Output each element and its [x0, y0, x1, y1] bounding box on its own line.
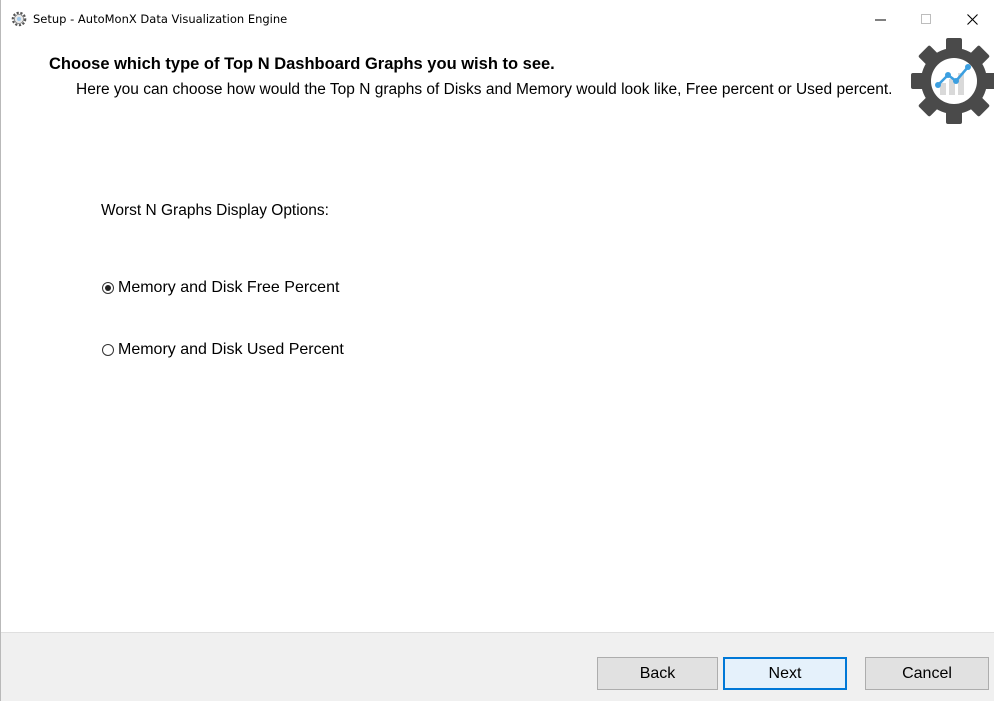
- page-title: Choose which type of Top N Dashboard Gra…: [49, 55, 555, 73]
- close-button[interactable]: [949, 0, 994, 38]
- radio-unselected-icon[interactable]: [102, 344, 114, 356]
- options-label: Worst N Graphs Display Options:: [101, 202, 329, 219]
- back-button[interactable]: Back: [597, 657, 718, 690]
- minimize-icon: [874, 19, 886, 20]
- window-title: Setup - AutoMonX Data Visualization Engi…: [33, 12, 288, 26]
- next-button[interactable]: Next: [723, 657, 847, 690]
- radio-selected-icon[interactable]: [102, 282, 114, 294]
- setup-gear-icon: [11, 11, 27, 27]
- maximize-icon: [921, 14, 931, 24]
- close-icon: [966, 13, 978, 25]
- radio-free-percent[interactable]: Memory and Disk Free Percent: [102, 279, 339, 297]
- radio-used-percent-label: Memory and Disk Used Percent: [118, 341, 344, 358]
- radio-used-percent[interactable]: Memory and Disk Used Percent: [102, 341, 344, 359]
- radio-free-percent-label: Memory and Disk Free Percent: [118, 279, 340, 296]
- minimize-button[interactable]: [857, 0, 903, 38]
- maximize-button[interactable]: [903, 0, 949, 38]
- setup-window: Setup - AutoMonX Data Visualization Engi…: [0, 0, 994, 701]
- page-description: Here you can choose how would the Top N …: [76, 81, 893, 98]
- gear-chart-icon: [911, 38, 994, 124]
- title-bar[interactable]: Setup - AutoMonX Data Visualization Engi…: [1, 0, 994, 38]
- cancel-button[interactable]: Cancel: [865, 657, 989, 690]
